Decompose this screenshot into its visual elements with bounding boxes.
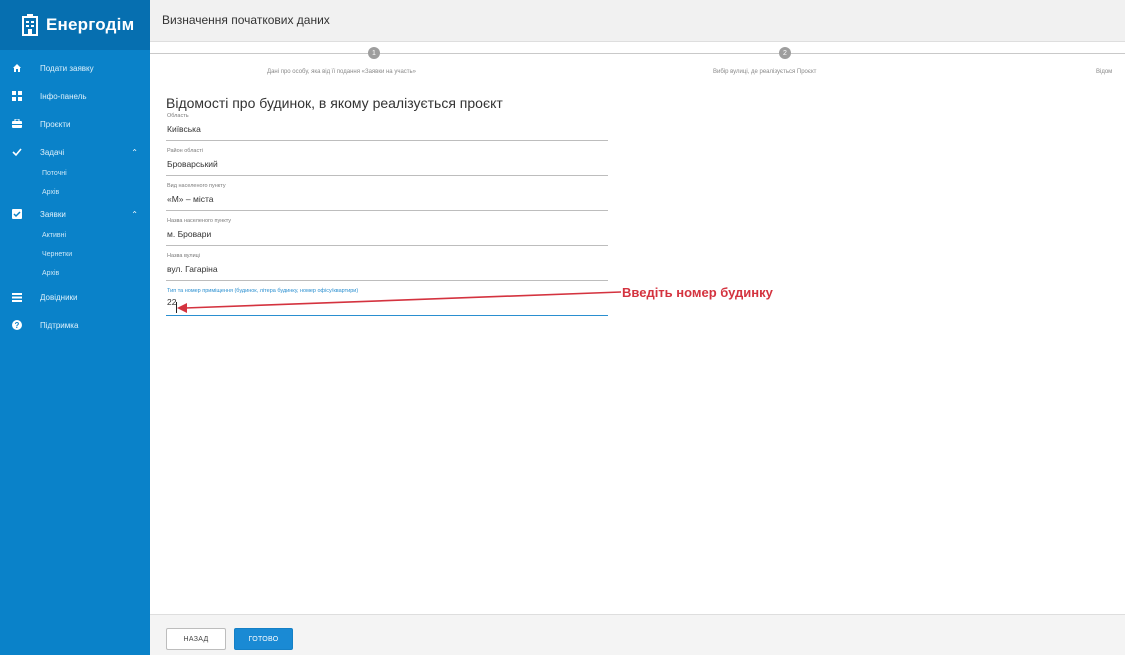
step-1-indicator[interactable]: 1 xyxy=(368,47,380,59)
sidebar-item-label: Довідники xyxy=(40,292,78,302)
field-value: Київська xyxy=(167,124,201,134)
field-value: Броварський xyxy=(167,159,218,169)
sidebar-subitem-drafts[interactable]: Чернетки xyxy=(0,245,150,264)
sidebar-item-submit-application[interactable]: Подати заявку xyxy=(0,56,150,80)
help-icon: ? xyxy=(12,320,22,330)
sidebar-subitem-active[interactable]: Активні xyxy=(0,226,150,245)
checkmark-icon xyxy=(12,147,22,157)
briefcase-icon xyxy=(12,119,22,129)
form-title: Відомості про будинок, в якому реалізуєт… xyxy=(166,95,503,111)
page-title: Визначення початкових даних xyxy=(162,13,330,27)
sidebar-item-projects[interactable]: Проєкти xyxy=(0,112,150,136)
field-label: Область xyxy=(167,113,189,119)
sidebar-item-label: Підтримка xyxy=(40,320,79,330)
sidebar-item-info-panel[interactable]: Інфо-панель xyxy=(0,84,150,108)
page-header: Визначення початкових даних xyxy=(150,0,1125,42)
sidebar-item-label: Заявки xyxy=(40,209,66,219)
sidebar-item-label: Проєкти xyxy=(40,119,71,129)
stepper-line xyxy=(150,53,1125,54)
field-label: Назва населеного пункту xyxy=(167,218,232,224)
sidebar-item-support[interactable]: ? Підтримка xyxy=(0,313,150,337)
chevron-up-icon[interactable]: ⌃ xyxy=(131,210,138,219)
sidebar-nav: Подати заявку Інфо-панель Проєкти Задачі xyxy=(0,56,150,337)
building-logo-icon xyxy=(22,14,38,36)
sidebar: Енергодім Подати заявку Інфо-панель Проє… xyxy=(0,0,150,655)
field-label: Назва вулиці xyxy=(167,253,201,259)
app-window: Енергодім Подати заявку Інфо-панель Проє… xyxy=(0,0,1125,655)
checkbox-icon xyxy=(12,209,22,219)
stepper: 1 Дані про особу, яка від її подання «За… xyxy=(150,42,1125,82)
step-1-label: Дані про особу, яка від її подання «Заяв… xyxy=(267,69,416,75)
district-field[interactable]: Район області Броварський xyxy=(166,146,608,176)
annotation-text: Введіть номер будинку xyxy=(622,285,773,300)
sidebar-subitem-archive[interactable]: Архів xyxy=(0,183,150,202)
sidebar-subitem-current[interactable]: Поточні xyxy=(0,164,150,183)
list-icon xyxy=(12,292,22,302)
sidebar-item-label: Подати заявку xyxy=(40,63,94,73)
sidebar-subitem-archive[interactable]: Архів xyxy=(0,264,150,283)
dashboard-icon xyxy=(12,91,22,101)
field-label: Район області xyxy=(167,148,203,154)
svg-text:?: ? xyxy=(15,321,20,330)
settlement-name-field[interactable]: Назва населеного пункту м. Бровари xyxy=(166,216,608,246)
field-label: Вид населеного пункту xyxy=(167,183,226,189)
field-value: м. Бровари xyxy=(167,229,212,239)
sidebar-item-tasks[interactable]: Задачі ⌃ xyxy=(0,140,150,164)
done-button[interactable]: ГОТОВО xyxy=(234,628,293,650)
step-3-label: Відом xyxy=(1096,69,1113,75)
region-field[interactable]: Область Київська xyxy=(166,111,608,141)
annotation-arrow xyxy=(177,291,622,313)
street-name-field[interactable]: Назва вулиці вул. Гагаріна xyxy=(166,251,608,281)
sidebar-item-applications[interactable]: Заявки ⌃ xyxy=(0,202,150,226)
form-footer: НАЗАД ГОТОВО xyxy=(150,614,1125,655)
brand[interactable]: Енергодім xyxy=(0,0,150,50)
step-2-label: Вибір вулиці, де реалізується Проєкт xyxy=(713,69,817,75)
step-2-indicator[interactable]: 2 xyxy=(779,47,791,59)
home-icon xyxy=(12,63,22,73)
sidebar-item-label: Інфо-панель xyxy=(40,91,87,101)
chevron-up-icon[interactable]: ⌃ xyxy=(131,148,138,157)
brand-name: Енергодім xyxy=(46,15,135,34)
back-button[interactable]: НАЗАД xyxy=(166,628,226,650)
field-value: «М» – міста xyxy=(167,194,214,204)
field-value: вул. Гагаріна xyxy=(167,264,218,274)
sidebar-item-label: Задачі xyxy=(40,147,65,157)
settlement-type-field[interactable]: Вид населеного пункту «М» – міста xyxy=(166,181,608,211)
sidebar-item-directories[interactable]: Довідники xyxy=(0,285,150,309)
